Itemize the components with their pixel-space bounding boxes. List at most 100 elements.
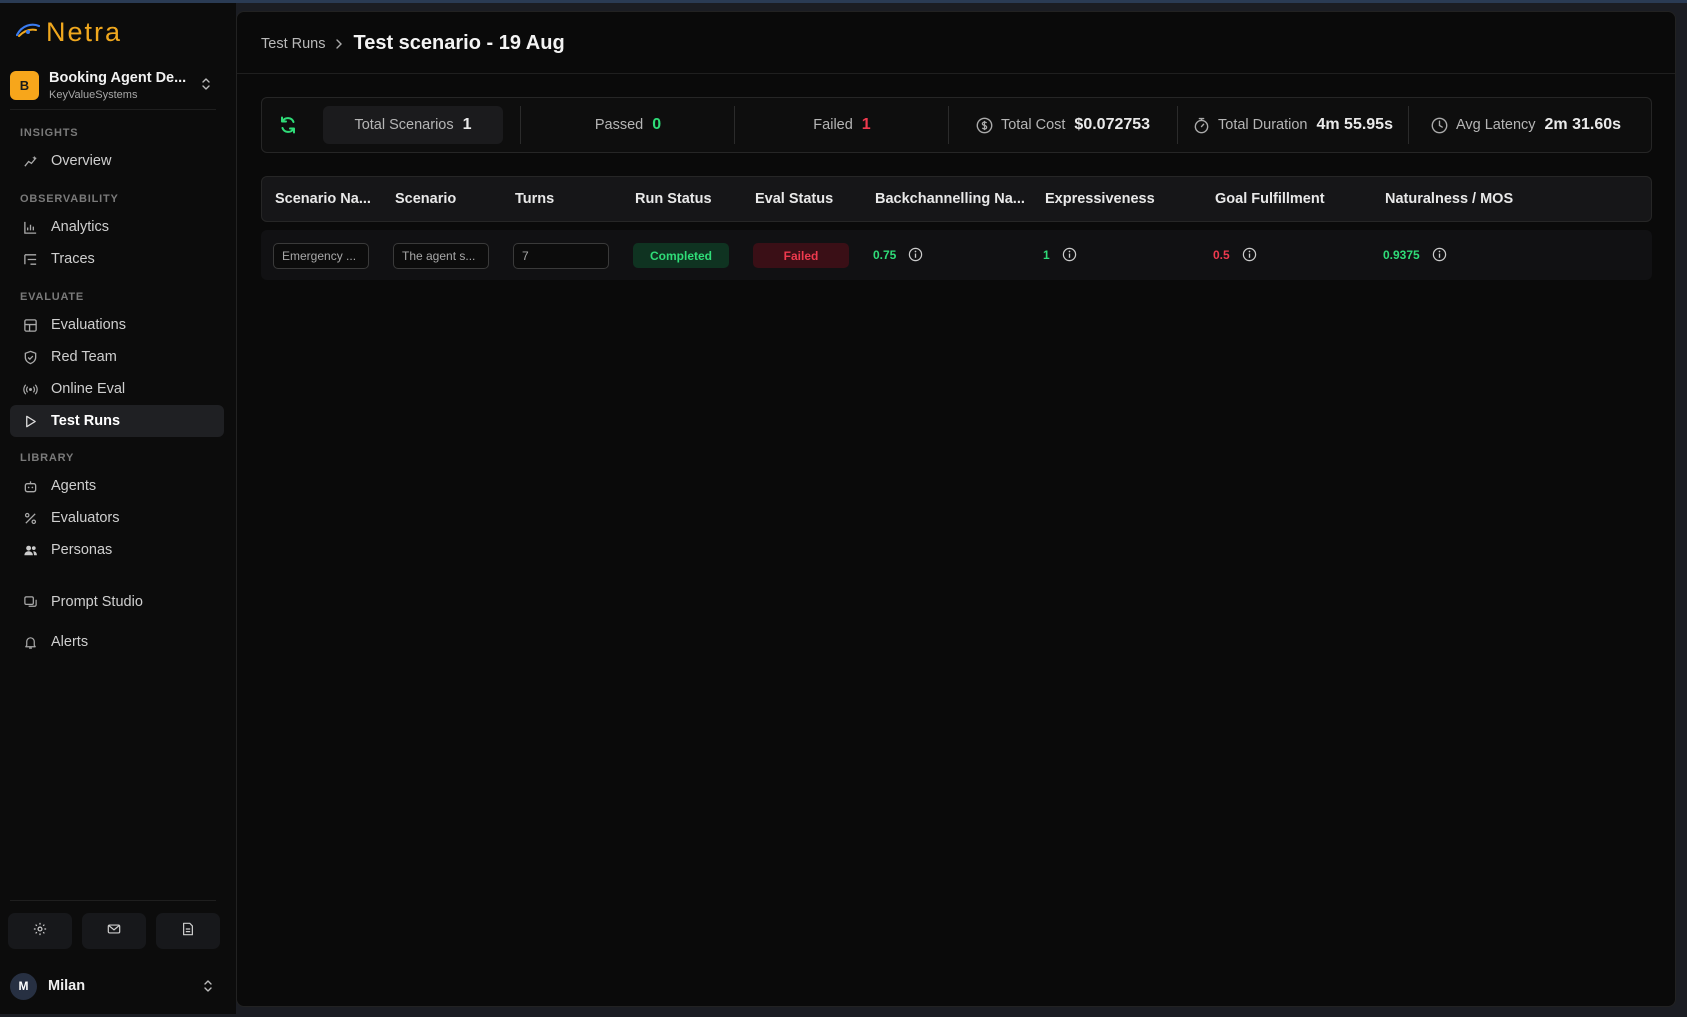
stat-total-scenarios: Total Scenarios 1 [323, 106, 503, 144]
stat-value: 4m 55.95s [1316, 116, 1393, 133]
scenario-cell[interactable]: The agent s... [393, 243, 489, 269]
score-value: 0.5 [1213, 247, 1230, 262]
stat-label: Failed [813, 117, 853, 133]
section-label-observability: OBSERVABILITY [20, 193, 119, 205]
sidebar-item-online-eval[interactable]: Online Eval [10, 373, 224, 405]
sidebar-item-agents[interactable]: Agents [10, 470, 224, 502]
scenario-name-cell[interactable]: Emergency ... [273, 243, 369, 269]
list-tree-icon [22, 251, 38, 267]
backchannelling-score: 0.75 [873, 247, 923, 262]
sparkles-icon [22, 153, 38, 169]
column-header-expressiveness[interactable]: Expressiveness [1045, 191, 1155, 207]
divider [948, 106, 949, 144]
sidebar-item-label: Personas [51, 542, 113, 558]
info-icon[interactable] [908, 247, 923, 262]
sidebar-item-label: Evaluations [51, 317, 126, 333]
top-accent-line [0, 0, 1687, 3]
stat-label: Passed [594, 117, 644, 133]
bar-chart-icon [22, 219, 38, 235]
users-icon [22, 542, 38, 558]
settings-button[interactable] [8, 913, 72, 949]
column-header-scenario-name[interactable]: Scenario Na... [275, 191, 371, 207]
divider [1177, 106, 1178, 144]
gear-icon [33, 922, 47, 941]
divider [1408, 106, 1409, 144]
sidebar-item-analytics[interactable]: Analytics [10, 211, 224, 243]
mail-icon [107, 922, 121, 941]
turns-cell[interactable]: 7 [513, 243, 609, 269]
run-status-badge: Completed [633, 243, 729, 268]
sidebar-item-evaluators[interactable]: Evaluators [10, 502, 224, 534]
logo-text: Netra [46, 17, 123, 47]
project-switcher[interactable]: B Booking Agent De... KeyValueSystems [10, 65, 218, 105]
breadcrumb-test-runs[interactable]: Test Runs [261, 36, 325, 52]
sidebar-item-label: Analytics [51, 219, 110, 235]
logo[interactable]: Netra [15, 17, 123, 48]
user-menu[interactable]: M Milan [10, 970, 216, 1002]
sidebar-item-evaluations[interactable]: Evaluations [10, 309, 224, 341]
stat-label: Avg Latency [1455, 117, 1536, 133]
page-title: Test scenario - 19 Aug [353, 32, 565, 54]
play-icon [22, 413, 38, 429]
stat-label: Total Duration [1218, 117, 1308, 133]
sidebar-footer-buttons [8, 913, 220, 949]
info-icon[interactable] [1062, 247, 1077, 262]
table-header: Scenario Na... Scenario Turns Run Status… [261, 176, 1652, 222]
stat-total-duration: Total Duration 4m 55.95s [1179, 106, 1407, 144]
sidebar: Netra B Booking Agent De... KeyValueSyst… [0, 3, 236, 1014]
table-row[interactable]: Emergency ... The agent s... 7 Completed… [261, 230, 1652, 280]
divider [10, 109, 216, 110]
stat-value: 1 [462, 116, 472, 133]
goal-fulfillment-score: 0.5 [1213, 247, 1257, 262]
chevron-up-down-icon [200, 77, 212, 96]
sidebar-item-label: Traces [51, 251, 95, 267]
score-value: 0.75 [873, 247, 897, 262]
sidebar-item-traces[interactable]: Traces [10, 243, 224, 275]
document-icon [181, 922, 195, 941]
mail-button[interactable] [82, 913, 146, 949]
naturalness-score: 0.9375 [1383, 247, 1447, 262]
column-header-goal-fulfillment[interactable]: Goal Fulfillment [1215, 191, 1325, 207]
section-label-evaluate: EVALUATE [20, 291, 85, 303]
column-header-scenario[interactable]: Scenario [395, 191, 456, 207]
divider [734, 106, 735, 144]
column-header-eval-status[interactable]: Eval Status [755, 191, 833, 207]
info-icon[interactable] [1432, 247, 1447, 262]
stats-bar: Total Scenarios 1 Passed 0 Failed 1 Tota… [261, 97, 1652, 153]
docs-button[interactable] [156, 913, 220, 949]
shield-icon [22, 349, 38, 365]
section-label-insights: INSIGHTS [20, 127, 79, 139]
section-label-library: LIBRARY [20, 452, 75, 464]
divider [10, 900, 216, 901]
stat-value: 2m 31.60s [1544, 116, 1622, 133]
sidebar-item-red-team[interactable]: Red Team [10, 341, 224, 373]
chat-square-icon [22, 594, 38, 610]
sidebar-item-alerts[interactable]: Alerts [10, 626, 224, 658]
column-header-turns[interactable]: Turns [515, 191, 554, 207]
stat-value: 1 [861, 116, 871, 133]
column-header-backchannelling[interactable]: Backchannelling Na... [875, 191, 1025, 207]
expressiveness-score: 1 [1043, 247, 1077, 262]
project-org: KeyValueSystems [49, 88, 138, 101]
sidebar-item-label: Online Eval [51, 381, 126, 397]
column-header-naturalness[interactable]: Naturalness / MOS [1385, 191, 1513, 207]
stopwatch-icon [1193, 117, 1210, 134]
sidebar-item-prompt-studio[interactable]: Prompt Studio [10, 586, 224, 618]
main-panel: Test Runs Test scenario - 19 Aug Total S… [236, 11, 1676, 1007]
project-name: Booking Agent De... [49, 69, 187, 86]
stat-value: $0.072753 [1074, 116, 1151, 133]
project-avatar: B [10, 70, 39, 100]
column-header-run-status[interactable]: Run Status [635, 191, 712, 207]
page-header: Test Runs Test scenario - 19 Aug [237, 12, 1675, 74]
score-value: 1 [1043, 247, 1050, 262]
eval-status-badge: Failed [753, 243, 849, 268]
score-value: 0.9375 [1383, 247, 1420, 262]
info-icon[interactable] [1242, 247, 1257, 262]
refresh-icon[interactable] [278, 115, 298, 140]
stat-label: Total Cost [1000, 117, 1066, 133]
stat-failed: Failed 1 [736, 106, 948, 144]
sidebar-item-personas[interactable]: Personas [10, 534, 224, 566]
avatar: M [10, 972, 37, 1000]
sidebar-item-test-runs[interactable]: Test Runs [10, 405, 224, 437]
sidebar-item-overview[interactable]: Overview [10, 145, 224, 177]
